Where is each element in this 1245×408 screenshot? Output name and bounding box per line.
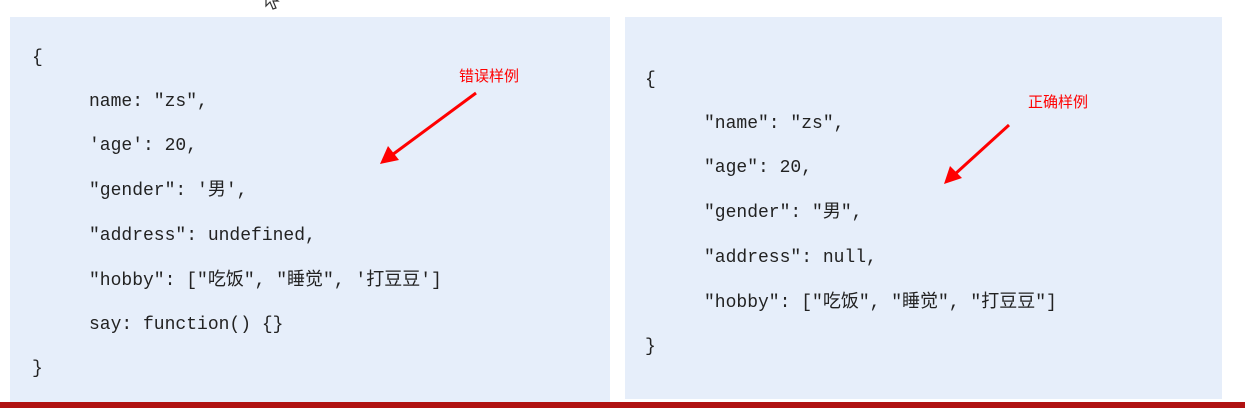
bottom-red-bar	[0, 402, 1245, 408]
annotation-arrows	[380, 91, 1011, 184]
wrong-arrow-icon	[380, 91, 477, 164]
correct-arrow-icon	[944, 123, 1011, 184]
